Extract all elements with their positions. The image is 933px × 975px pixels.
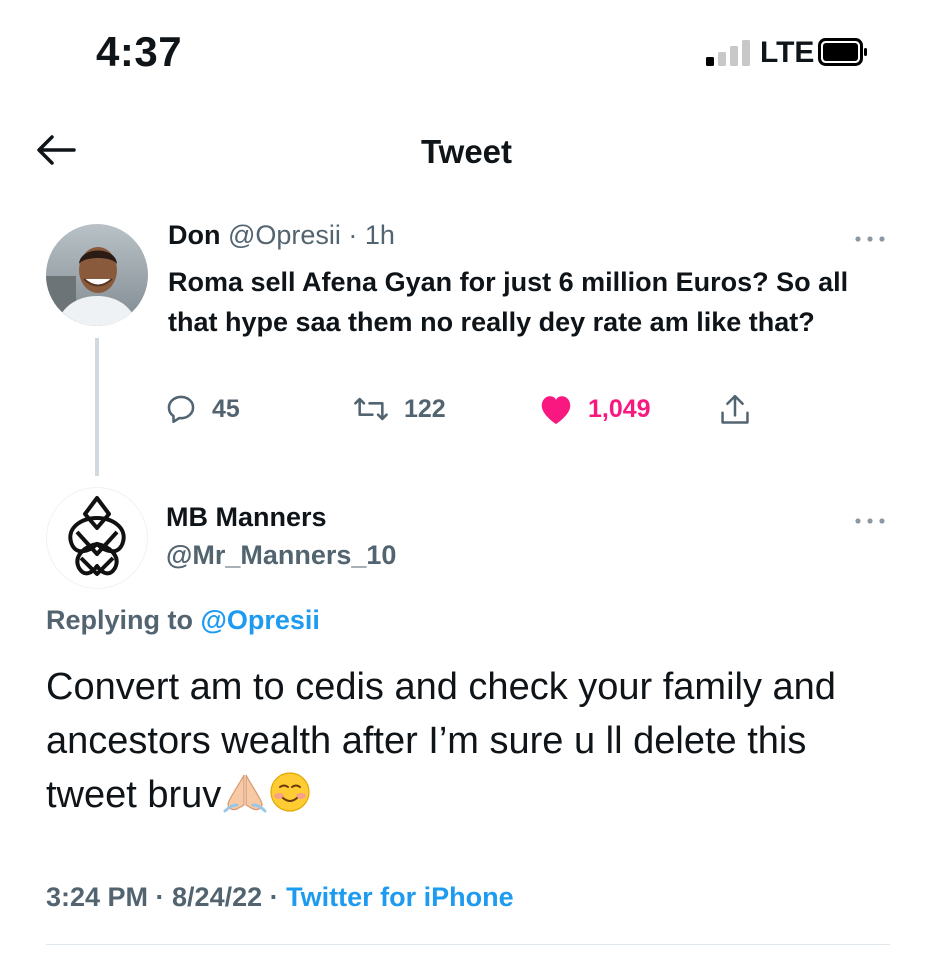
user-handle[interactable]: @Mr_Manners_10 <box>166 540 396 571</box>
avatar[interactable] <box>46 224 148 326</box>
reply-count: 45 <box>212 394 240 423</box>
source-link[interactable]: Twitter for iPhone <box>286 882 514 912</box>
smiling-face-emoji-icon <box>269 771 311 828</box>
mention-link[interactable]: @Opresii <box>201 605 320 635</box>
avatar[interactable] <box>46 487 148 589</box>
tweet-text: Convert am to cedis and check your famil… <box>46 666 836 816</box>
tweet-header: Don @Opresii · 1h <box>168 220 395 251</box>
battery-icon <box>818 38 867 66</box>
divider <box>46 944 890 945</box>
retweet-button[interactable]: 122 <box>352 392 446 426</box>
retweet-icon <box>354 397 388 421</box>
network-type: LTE <box>760 36 815 69</box>
retweet-count: 122 <box>404 394 446 423</box>
timestamp-text: 3:24 PM · 8/24/22 · <box>46 882 287 912</box>
page-title: Tweet <box>420 133 513 170</box>
status-time: 4:37 <box>96 28 183 75</box>
like-count: 1,049 <box>588 394 651 423</box>
reply-icon <box>167 395 195 424</box>
knot-logo-icon <box>68 496 126 576</box>
more-options-icon[interactable] <box>852 514 888 528</box>
tweet-timestamp: 3:24 PM · 8/24/22 · Twitter for iPhone <box>46 882 514 913</box>
tweet-actions: 45 122 1,049 <box>0 392 933 432</box>
replying-label: Replying to <box>46 605 201 635</box>
reply-tweet-body: Convert am to cedis and check your famil… <box>46 660 906 828</box>
display-name[interactable]: MB Manners <box>166 502 327 533</box>
cellular-signal-icon <box>706 40 750 66</box>
display-name[interactable]: Don <box>168 220 220 250</box>
share-button[interactable] <box>718 392 752 428</box>
folded-hands-emoji-icon <box>223 771 267 828</box>
profile-photo-icon <box>46 224 148 326</box>
share-icon <box>721 394 749 424</box>
tweet-text: Roma sell Afena Gyan for just 6 million … <box>168 267 849 337</box>
like-button[interactable]: 1,049 <box>538 392 651 426</box>
heart-filled-icon <box>541 396 571 424</box>
tweet-handle-time: @Opresii · 1h <box>220 220 395 250</box>
replying-to: Replying to @Opresii <box>46 605 320 636</box>
reply-button[interactable]: 45 <box>164 392 240 426</box>
more-options-icon[interactable] <box>852 232 888 246</box>
